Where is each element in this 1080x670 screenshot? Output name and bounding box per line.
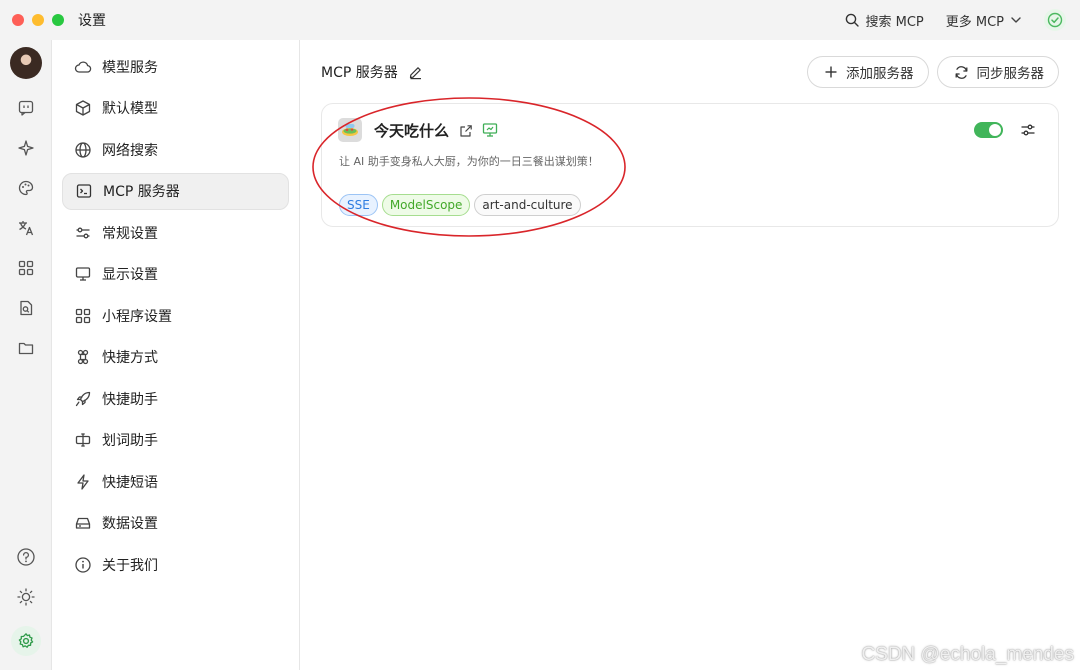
nav-item-model-service[interactable]: 模型服务 — [62, 48, 289, 85]
nav-item-label: 划词助手 — [102, 433, 158, 449]
tag-sse: SSE — [339, 194, 378, 216]
monitor-icon — [75, 267, 91, 281]
theme-toggle-icon[interactable] — [15, 586, 37, 608]
nav-item-label: 显示设置 — [102, 267, 158, 283]
search-icon — [846, 13, 860, 27]
search-mcp-label: 搜索 MCP — [865, 14, 924, 30]
nav-item-quick-assistant[interactable]: 快捷助手 — [62, 380, 289, 417]
nav-item-quick-phrases[interactable]: 快捷短语 — [62, 463, 289, 500]
zap-icon — [77, 473, 89, 490]
more-mcp-button[interactable]: 更多 MCP — [946, 11, 1022, 30]
main-content: MCP 服务器 添加服务器 同步服务器 今天吃什么 让 AI 助手变身私人大厨，… — [300, 40, 1080, 670]
page-title: MCP 服务器 — [321, 65, 398, 81]
globe-icon — [75, 141, 91, 158]
sliders-icon — [76, 227, 90, 238]
settings-nav: 模型服务 默认模型 网络搜索 MCP 服务器 常规设置 显示设置 小程序设置 快… — [51, 40, 300, 670]
nav-item-label: 模型服务 — [102, 59, 158, 76]
avatar[interactable] — [9, 47, 42, 79]
watermark: CSDN @echola_mendes — [861, 644, 1074, 665]
nav-item-display[interactable]: 显示设置 — [62, 256, 289, 293]
close-window-button[interactable] — [12, 14, 24, 26]
nav-item-selection-assistant[interactable]: 划词助手 — [62, 422, 289, 459]
grid-icon — [75, 308, 91, 323]
file-search-icon[interactable] — [15, 297, 37, 319]
minimize-window-button[interactable] — [32, 14, 44, 26]
help-icon[interactable] — [15, 546, 37, 568]
refresh-icon — [955, 65, 967, 79]
main-header: MCP 服务器 添加服务器 同步服务器 — [300, 40, 1080, 104]
sync-servers-button[interactable]: 同步服务器 — [936, 56, 1059, 88]
plus-icon — [825, 66, 837, 78]
sparkle-icon[interactable] — [15, 137, 37, 159]
nav-item-label: 网络搜索 — [102, 142, 158, 159]
nav-item-default-model[interactable]: 默认模型 — [62, 90, 289, 127]
nav-item-label: 快捷助手 — [102, 391, 158, 408]
palette-icon[interactable] — [15, 177, 37, 199]
monitor-status-icon — [482, 122, 498, 142]
nav-item-about[interactable]: 关于我们 — [62, 546, 289, 583]
terminal-icon — [76, 184, 92, 198]
nav-item-mini-apps[interactable]: 小程序设置 — [62, 297, 289, 334]
maximize-window-button[interactable] — [52, 14, 64, 26]
tag-modelscope: ModelScope — [381, 194, 471, 216]
nav-item-label: MCP 服务器 — [103, 184, 180, 200]
search-mcp-button[interactable]: 搜索 MCP — [845, 11, 924, 30]
window-title: 设置 — [78, 13, 106, 29]
rocket-icon — [75, 391, 91, 406]
nav-item-label: 数据设置 — [102, 516, 158, 532]
external-link-icon[interactable] — [459, 123, 473, 142]
nav-item-label: 快捷方式 — [102, 350, 158, 366]
window-controls — [12, 14, 64, 26]
cloud-icon — [74, 60, 92, 73]
cube-icon — [75, 100, 91, 116]
server-logo-icon — [338, 118, 362, 142]
chat-icon[interactable] — [15, 97, 37, 119]
nav-item-label: 默认模型 — [102, 101, 158, 117]
icon-rail — [0, 40, 51, 670]
nav-item-label: 常规设置 — [102, 225, 158, 242]
translate-icon[interactable] — [15, 217, 37, 239]
info-icon — [75, 556, 91, 573]
server-name: 今天吃什么 — [374, 122, 450, 140]
server-settings-icon[interactable] — [1019, 121, 1037, 143]
nav-item-label: 快捷短语 — [102, 474, 158, 491]
add-server-label: 添加服务器 — [846, 66, 914, 82]
settings-gear-icon[interactable] — [10, 626, 41, 656]
nav-item-data[interactable]: 数据设置 — [62, 505, 289, 542]
nav-item-general[interactable]: 常规设置 — [62, 214, 289, 251]
mcp-server-card[interactable]: 今天吃什么 让 AI 助手变身私人大厨，为你的一日三餐出谋划策！ SSE Mod… — [321, 103, 1059, 227]
more-mcp-label: 更多 MCP — [945, 14, 1004, 30]
status-check-icon[interactable] — [1044, 9, 1066, 31]
server-tags: SSE ModelScope art-and-culture — [339, 194, 581, 216]
server-enabled-toggle[interactable] — [974, 122, 1003, 138]
nav-item-shortcuts[interactable]: 快捷方式 — [62, 339, 289, 376]
drive-icon — [75, 517, 91, 529]
title-bar: 设置 搜索 MCP 更多 MCP — [0, 0, 1080, 40]
nav-item-label: 小程序设置 — [102, 308, 172, 325]
text-cursor-icon — [75, 433, 91, 447]
settings-window: 设置 搜索 MCP 更多 MCP 模型服务 默认模型 网络搜索 MCP 服务器 … — [0, 0, 1080, 670]
chevron-down-icon — [1011, 17, 1021, 23]
folder-icon[interactable] — [15, 337, 37, 359]
nav-item-web-search[interactable]: 网络搜索 — [62, 131, 289, 168]
nav-item-mcp-servers[interactable]: MCP 服务器 — [62, 172, 289, 210]
nav-item-label: 关于我们 — [102, 557, 158, 574]
tag-category: art-and-culture — [474, 194, 581, 216]
command-icon — [77, 349, 89, 365]
sync-servers-label: 同步服务器 — [976, 66, 1045, 82]
add-server-button[interactable]: 添加服务器 — [807, 56, 929, 88]
apps-grid-icon[interactable] — [15, 257, 37, 279]
edit-icon[interactable] — [408, 65, 423, 80]
server-description: 让 AI 助手变身私人大厨，为你的一日三餐出谋划策！ — [339, 155, 599, 168]
